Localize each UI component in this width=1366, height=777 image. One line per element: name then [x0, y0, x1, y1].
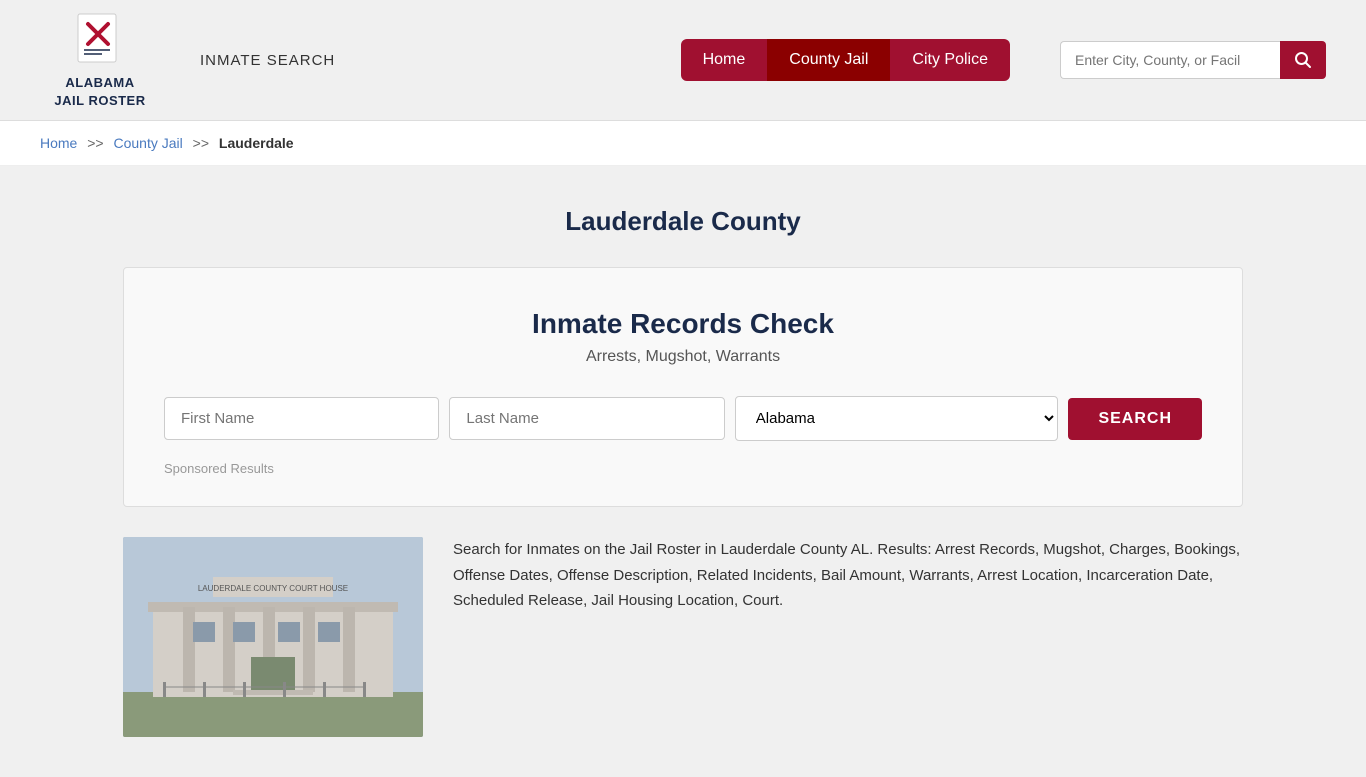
first-name-input[interactable] [164, 397, 439, 440]
header-search-input[interactable] [1060, 41, 1280, 79]
logo-text: ALABAMAJAIL ROSTER [54, 74, 145, 110]
records-card-title: Inmate Records Check [164, 308, 1202, 340]
breadcrumb-sep-1: >> [87, 135, 103, 151]
city-police-nav-button[interactable]: City Police [890, 39, 1010, 81]
logo-icon [70, 10, 130, 70]
page-title: Lauderdale County [123, 206, 1243, 237]
inmate-search-form: AlabamaAlaskaArizonaArkansasCaliforniaCo… [164, 396, 1202, 441]
breadcrumb: Home >> County Jail >> Lauderdale [0, 121, 1366, 166]
main-content: Lauderdale County Inmate Records Check A… [83, 166, 1283, 777]
sponsored-label: Sponsored Results [164, 461, 1202, 476]
county-jail-nav-button[interactable]: County Jail [767, 39, 890, 81]
logo-area: ALABAMAJAIL ROSTER [40, 10, 160, 110]
svg-text:LAUDERDALE COUNTY COURT HOUSE: LAUDERDALE COUNTY COURT HOUSE [198, 584, 348, 593]
site-header: ALABAMAJAIL ROSTER INMATE SEARCH Home Co… [0, 0, 1366, 121]
breadcrumb-home-link[interactable]: Home [40, 135, 77, 151]
jail-building-image: LAUDERDALE COUNTY COURT HOUSE [123, 537, 423, 737]
breadcrumb-county-jail-link[interactable]: County Jail [114, 135, 183, 151]
state-select[interactable]: AlabamaAlaskaArizonaArkansasCaliforniaCo… [735, 396, 1059, 441]
description-text: Search for Inmates on the Jail Roster in… [453, 537, 1243, 614]
home-nav-button[interactable]: Home [681, 39, 768, 81]
records-card: Inmate Records Check Arrests, Mugshot, W… [123, 267, 1243, 507]
last-name-input[interactable] [449, 397, 724, 440]
bottom-section: LAUDERDALE COUNTY COURT HOUSE Search for… [123, 537, 1243, 757]
breadcrumb-current: Lauderdale [219, 135, 294, 151]
header-search-area [1060, 41, 1326, 79]
records-card-subtitle: Arrests, Mugshot, Warrants [164, 348, 1202, 366]
search-icon [1294, 51, 1312, 69]
breadcrumb-sep-2: >> [193, 135, 209, 151]
header-search-button[interactable] [1280, 41, 1326, 79]
search-button[interactable]: SEARCH [1068, 398, 1202, 440]
nav-area: Home County Jail City Police [681, 39, 1010, 81]
inmate-search-label: INMATE SEARCH [200, 52, 335, 69]
